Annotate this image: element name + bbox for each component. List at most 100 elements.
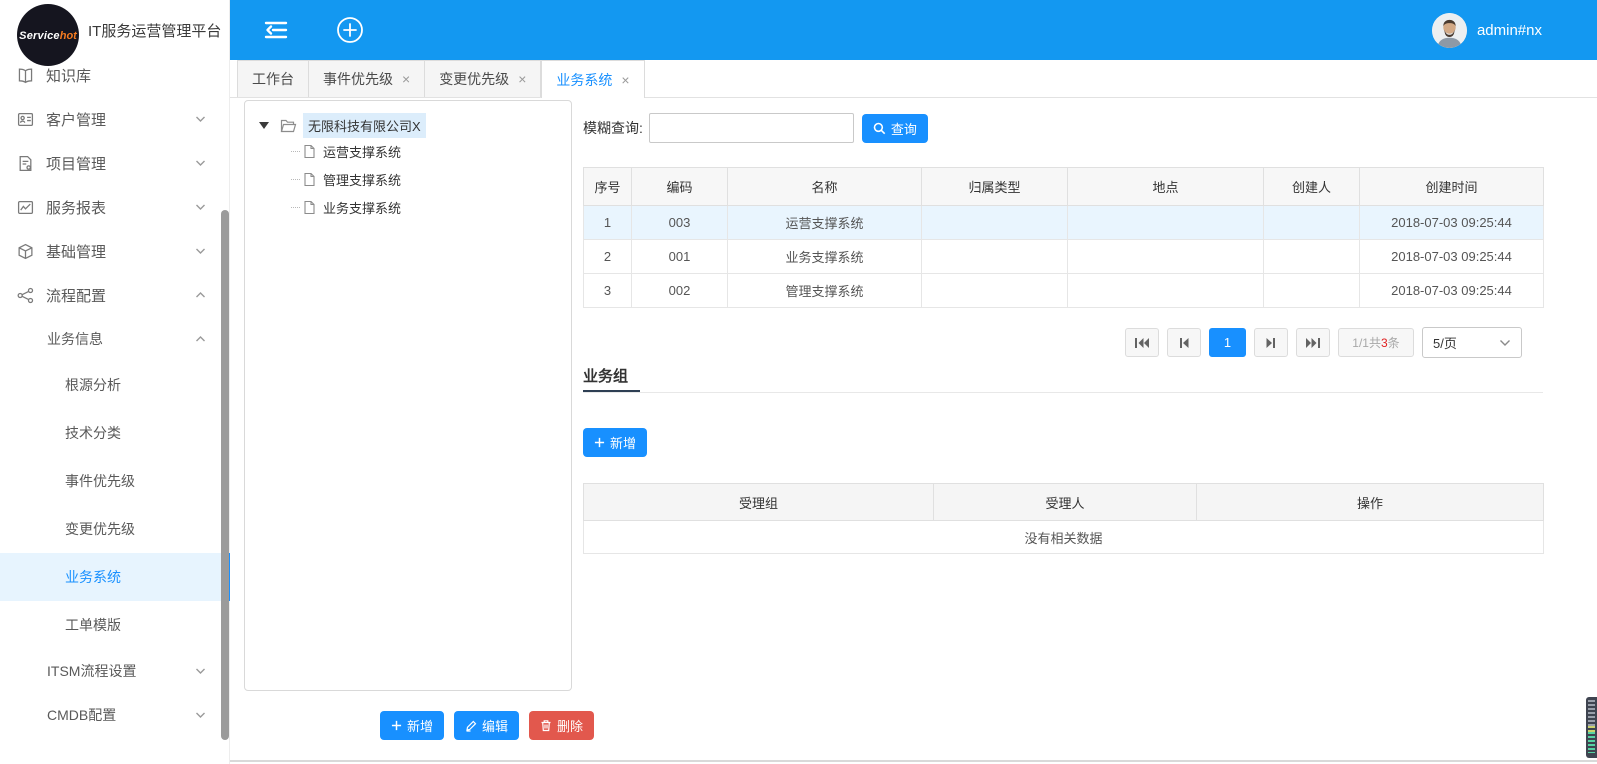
cell <box>1264 274 1360 308</box>
sidebar-item-label: 基础管理 <box>46 241 106 262</box>
table-row[interactable]: 2 001 业务支撑系统 2018-07-03 09:25:44 <box>584 240 1544 274</box>
sidebar-item-label: 业务系统 <box>65 567 121 587</box>
add-tab-icon[interactable] <box>336 16 364 44</box>
meter-gray-segment <box>1588 700 1595 726</box>
tree-node[interactable]: 管理支撑系统 <box>245 165 571 193</box>
tree-node[interactable]: 运营支撑系统 <box>245 137 571 165</box>
sidebar-item-itsm-process[interactable]: ITSM流程设置 <box>0 649 230 693</box>
file-icon <box>303 172 316 187</box>
chevron-down-icon <box>195 159 206 167</box>
sidebar-item-tech-category[interactable]: 技术分类 <box>0 409 230 457</box>
tab-close-icon[interactable]: × <box>518 71 526 87</box>
button-label: 编辑 <box>482 716 508 735</box>
empty-message: 没有相关数据 <box>584 521 1544 554</box>
servicehot-logo: Servicehot <box>17 4 79 66</box>
tree-node[interactable]: 业务支撑系统 <box>245 193 571 221</box>
id-card-icon <box>17 111 34 128</box>
pager-record-info: 1/1共3条 <box>1338 328 1414 357</box>
file-icon <box>303 144 316 159</box>
username: admin#nx <box>1477 22 1542 39</box>
sidebar-item-change-priority[interactable]: 变更优先级 <box>0 505 230 553</box>
tree-node-label[interactable]: 运营支撑系统 <box>323 142 401 161</box>
cell: 2018-07-03 09:25:44 <box>1360 206 1544 240</box>
menu-fold-icon[interactable] <box>262 18 290 42</box>
app-title: IT服务运营管理平台 <box>88 0 221 60</box>
col-creator: 创建人 <box>1264 168 1360 206</box>
sidebar-scrollbar[interactable] <box>221 210 229 740</box>
tree-delete-button[interactable]: 删除 <box>529 711 594 740</box>
chevron-down-icon <box>195 115 206 123</box>
sidebar-item-service-report[interactable]: 服务报表 <box>0 185 230 229</box>
group-add-button[interactable]: 新增 <box>583 428 647 457</box>
col-accept-group: 受理组 <box>584 484 934 521</box>
tree-connector <box>291 179 300 180</box>
pager-first-button[interactable] <box>1125 328 1159 357</box>
sidebar-item-process-config[interactable]: 流程配置 <box>0 273 230 317</box>
tab-close-icon[interactable]: × <box>402 71 410 87</box>
sidebar-item-label: 事件优先级 <box>65 471 135 491</box>
cell: 003 <box>632 206 728 240</box>
col-accept-person: 受理人 <box>934 484 1197 521</box>
tab-incident-priority[interactable]: 事件优先级 × <box>309 60 425 97</box>
sidebar-item-label: 知识库 <box>46 65 91 86</box>
tree-node-label[interactable]: 业务支撑系统 <box>323 198 401 217</box>
search-button[interactable]: 查询 <box>862 114 928 143</box>
tab-close-icon[interactable]: × <box>621 72 629 88</box>
table-row[interactable]: 3 002 管理支撑系统 2018-07-03 09:25:44 <box>584 274 1544 308</box>
col-location: 地点 <box>1068 168 1264 206</box>
meter-green-segment <box>1588 732 1595 753</box>
sidebar-item-basic-mgmt[interactable]: 基础管理 <box>0 229 230 273</box>
tree-root-row[interactable]: 无限科技有限公司X <box>245 113 571 137</box>
tab-workbench[interactable]: 工作台 <box>237 60 309 97</box>
sidebar-item-root-cause[interactable]: 根源分析 <box>0 361 230 409</box>
sidebar-item-incident-priority[interactable]: 事件优先级 <box>0 457 230 505</box>
app-root: Servicehot IT服务运营管理平台 知识库 客户管理 <box>0 0 1597 764</box>
cell: 1 <box>584 206 632 240</box>
tree-root-label[interactable]: 无限科技有限公司X <box>303 113 426 138</box>
search-input[interactable] <box>649 113 854 143</box>
tab-change-priority[interactable]: 变更优先级 × <box>425 60 541 97</box>
sidebar-item-project-mgmt[interactable]: 项目管理 <box>0 141 230 185</box>
chevron-down-icon <box>195 667 206 675</box>
cell <box>1264 240 1360 274</box>
sidebar-item-business-info[interactable]: 业务信息 <box>0 317 230 361</box>
button-label: 新增 <box>407 716 433 735</box>
sidebar-item-label: 服务报表 <box>46 197 106 218</box>
pager-next-button[interactable] <box>1254 328 1288 357</box>
business-group-title: 业务组 <box>583 365 628 386</box>
fuzzy-search: 模糊查询: 查询 <box>583 113 928 143</box>
cell <box>1264 206 1360 240</box>
sidebar-item-label: 客户管理 <box>46 109 106 130</box>
col-seq: 序号 <box>584 168 632 206</box>
file-icon <box>303 200 316 215</box>
table-row[interactable]: 1 003 运营支撑系统 2018-07-03 09:25:44 <box>584 206 1544 240</box>
tab-label: 工作台 <box>252 69 294 89</box>
user-menu[interactable]: admin#nx <box>1432 13 1542 48</box>
page-size-select[interactable]: 5/页 <box>1422 327 1522 358</box>
tab-business-system[interactable]: 业务系统 × <box>541 60 644 98</box>
tree-connector <box>291 207 300 208</box>
sidebar-item-label: 流程配置 <box>46 285 106 306</box>
sidebar-item-business-system[interactable]: 业务系统 <box>0 553 230 601</box>
button-label: 查询 <box>891 119 917 138</box>
tree-caret-icon[interactable] <box>259 122 269 129</box>
pager-last-button[interactable] <box>1296 328 1330 357</box>
sidebar-item-customer-mgmt[interactable]: 客户管理 <box>0 97 230 141</box>
sidebar-item-label: ITSM流程设置 <box>47 661 136 681</box>
sidebar: Servicehot IT服务运营管理平台 知识库 客户管理 <box>0 0 230 764</box>
tree-node-label[interactable]: 管理支撑系统 <box>323 170 401 189</box>
tree-edit-button[interactable]: 编辑 <box>454 711 519 740</box>
col-created-time: 创建时间 <box>1360 168 1544 206</box>
cell: 3 <box>584 274 632 308</box>
project-doc-icon <box>17 155 34 172</box>
table-header-row: 序号 编码 名称 归属类型 地点 创建人 创建时间 <box>584 168 1544 206</box>
avatar <box>1432 13 1467 48</box>
page-size-value: 5/页 <box>1433 333 1457 352</box>
sidebar-item-ticket-template[interactable]: 工单模版 <box>0 601 230 649</box>
tree-add-button[interactable]: 新增 <box>380 711 444 740</box>
pager-current-page[interactable]: 1 <box>1209 328 1246 357</box>
pager-prev-button[interactable] <box>1167 328 1201 357</box>
sidebar-item-label: 变更优先级 <box>65 519 135 539</box>
cell: 2018-07-03 09:25:44 <box>1360 240 1544 274</box>
sidebar-item-cmdb-config[interactable]: CMDB配置 <box>0 693 230 737</box>
